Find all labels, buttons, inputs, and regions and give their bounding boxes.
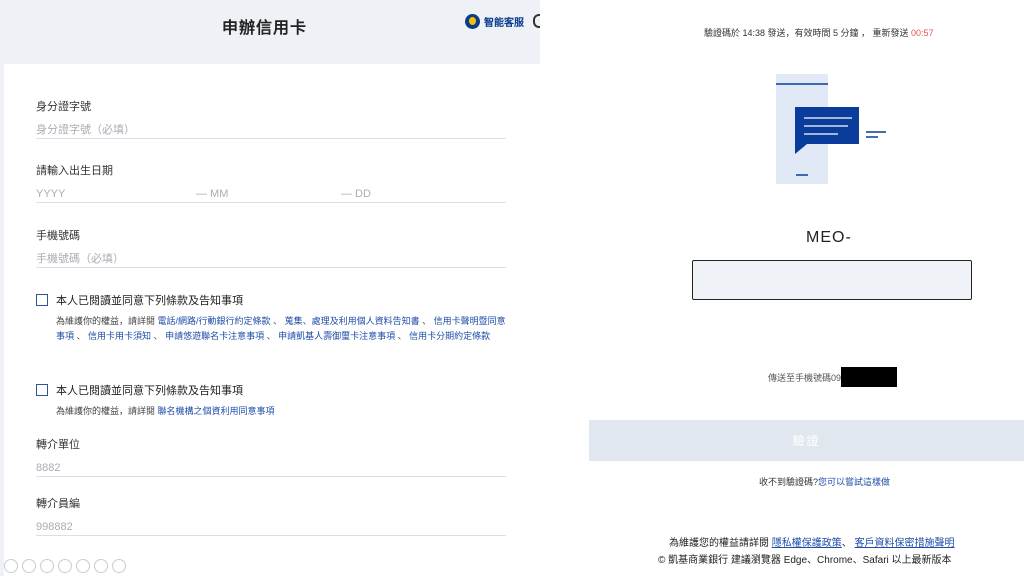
terms-intro: 為維護你的權益，請詳閱	[56, 316, 156, 326]
terms-separator: 、	[74, 331, 89, 341]
terms-link[interactable]: 信用卡用卡須知	[88, 331, 151, 341]
copyright: © 凱基商業銀行 建議瀏覽器 Edge、Chrome、Safari 以上最新版本	[658, 555, 952, 566]
terms-link[interactable]: 蒐集、處理及利用個人資料告知書	[285, 316, 420, 326]
no-code-text: 收不到驗證碼?	[759, 477, 819, 487]
privacy-policy-link[interactable]: 隱私權保護政策	[772, 538, 842, 549]
referral-unit-label: 轉介單位	[36, 439, 80, 451]
page-title: 申辦信用卡	[222, 20, 308, 37]
more-icon[interactable]	[112, 559, 126, 573]
sent-to-text: 傳送至手機號碼09	[768, 372, 842, 383]
next-icon[interactable]	[22, 559, 36, 573]
terms-link[interactable]: 申請凱基人壽御璽卡注意事項	[278, 331, 395, 341]
zoom-icon[interactable]	[94, 559, 108, 573]
referral-unit-field: 轉介單位 8882	[36, 436, 506, 477]
partner-link[interactable]: 聯名機構之個資利用同意事項	[158, 406, 275, 416]
pen-icon[interactable]	[40, 559, 54, 573]
smart-service-link[interactable]: 智能客服	[465, 14, 524, 29]
viewer-toolbar	[4, 559, 126, 573]
terms-consent: 本人已閱讀並同意下列條款及告知事項 為維護你的權益，請詳閱 電話/網路/行動銀行…	[36, 292, 506, 344]
partner-consent-title: 本人已閱讀並同意下列條款及告知事項	[56, 385, 243, 397]
terms-link[interactable]: 信用卡分期約定條款	[409, 331, 490, 341]
phone-message-illustration-icon	[776, 74, 886, 184]
phone-input[interactable]	[36, 253, 506, 265]
data-security-link[interactable]: 客戶資料保密措施聲明	[855, 538, 955, 549]
terms-consent-title: 本人已閱讀並同意下列條款及告知事項	[56, 295, 243, 307]
partner-consent: 本人已閱讀並同意下列條款及告知事項 為維護你的權益，請詳閱 聯名機構之個資利用同…	[36, 382, 506, 419]
privacy-notice: 為維護您的權益請詳閱 隱私權保護政策、 客戶資料保密措施聲明	[669, 534, 955, 549]
id-number-label: 身分證字號	[36, 101, 91, 113]
otp-panel: 驗證碼於 14:38 發送，有效時間 5 分鐘 ， 重新發送 00:57 MEO…	[540, 0, 1024, 576]
referral-staff-field: 轉介員編 998882	[36, 495, 506, 536]
birthdate-field: 請輸入出生日期 YYYY — MM — DD	[36, 162, 506, 203]
id-number-field: 身分證字號	[36, 98, 506, 139]
terms-separator: 、	[270, 316, 285, 326]
prev-icon[interactable]	[4, 559, 18, 573]
phone-label: 手機號碼	[36, 230, 80, 242]
terms-checkbox[interactable]	[36, 294, 48, 306]
birth-year-input[interactable]: YYYY	[36, 188, 196, 200]
partner-checkbox[interactable]	[36, 384, 48, 396]
terms-separator: 、	[264, 331, 279, 341]
referral-unit-input[interactable]: 8882	[36, 462, 506, 474]
terms-link[interactable]: 申請悠遊聯名卡注意事項	[165, 331, 264, 341]
application-form: 身分證字號 請輸入出生日期 YYYY — MM — DD 手機號碼 本人已閱讀並…	[4, 64, 540, 576]
sent-to: 傳送至手機號碼09	[768, 367, 898, 387]
terms-consent-body: 為維護你的權益，請詳閱 電話/網路/行動銀行約定條款 、 蒐集、處理及利用個人資…	[56, 314, 506, 344]
no-code-help-link[interactable]: 您可以嘗試這樣做	[818, 477, 890, 487]
terms-link[interactable]: 電話/網路/行動銀行約定條款	[158, 316, 271, 326]
footer-separator: 、	[841, 538, 855, 549]
otp-code-prefix: MEO-	[806, 229, 852, 246]
application-panel: 申辦信用卡 智能客服 身分證字號 請輸入出生日期 YYYY — MM — DD …	[0, 0, 541, 576]
terms-separator: 、	[419, 316, 434, 326]
phone-field: 手機號碼	[36, 227, 506, 268]
birth-day-input[interactable]: — DD	[341, 188, 371, 200]
referral-staff-input[interactable]: 998882	[36, 521, 506, 533]
copy-icon[interactable]	[76, 559, 90, 573]
otp-info-text: 驗證碼於 14:38 發送，有效時間 5 分鐘 ， 重新發送	[704, 28, 912, 38]
id-number-input[interactable]	[36, 124, 506, 136]
resend-countdown[interactable]: 00:57	[911, 28, 934, 38]
edit-icon[interactable]	[58, 559, 72, 573]
no-code-help: 收不到驗證碼?您可以嘗試這樣做	[759, 475, 890, 488]
terms-separator: 、	[395, 331, 410, 341]
partner-intro: 為維護你的權益，請詳閱	[56, 406, 156, 416]
birthdate-label: 請輸入出生日期	[36, 165, 113, 177]
service-label: 智能客服	[484, 18, 524, 29]
privacy-intro: 為維護您的權益請詳閱	[669, 538, 772, 549]
service-globe-icon	[465, 14, 480, 29]
otp-code-input[interactable]	[692, 260, 972, 300]
birth-month-input[interactable]: — MM	[196, 188, 341, 200]
application-header: 申辦信用卡 智能客服	[0, 0, 541, 60]
redacted-phone	[841, 367, 898, 387]
verify-button[interactable]: 驗證	[589, 420, 1024, 461]
referral-staff-label: 轉介員編	[36, 498, 80, 510]
otp-info: 驗證碼於 14:38 發送，有效時間 5 分鐘 ， 重新發送 00:57	[704, 26, 934, 39]
terms-separator: 、	[151, 331, 166, 341]
birthdate-inputs: YYYY — MM — DD	[36, 188, 506, 200]
partner-consent-body: 為維護你的權益，請詳閱 聯名機構之個資利用同意事項	[56, 404, 506, 419]
